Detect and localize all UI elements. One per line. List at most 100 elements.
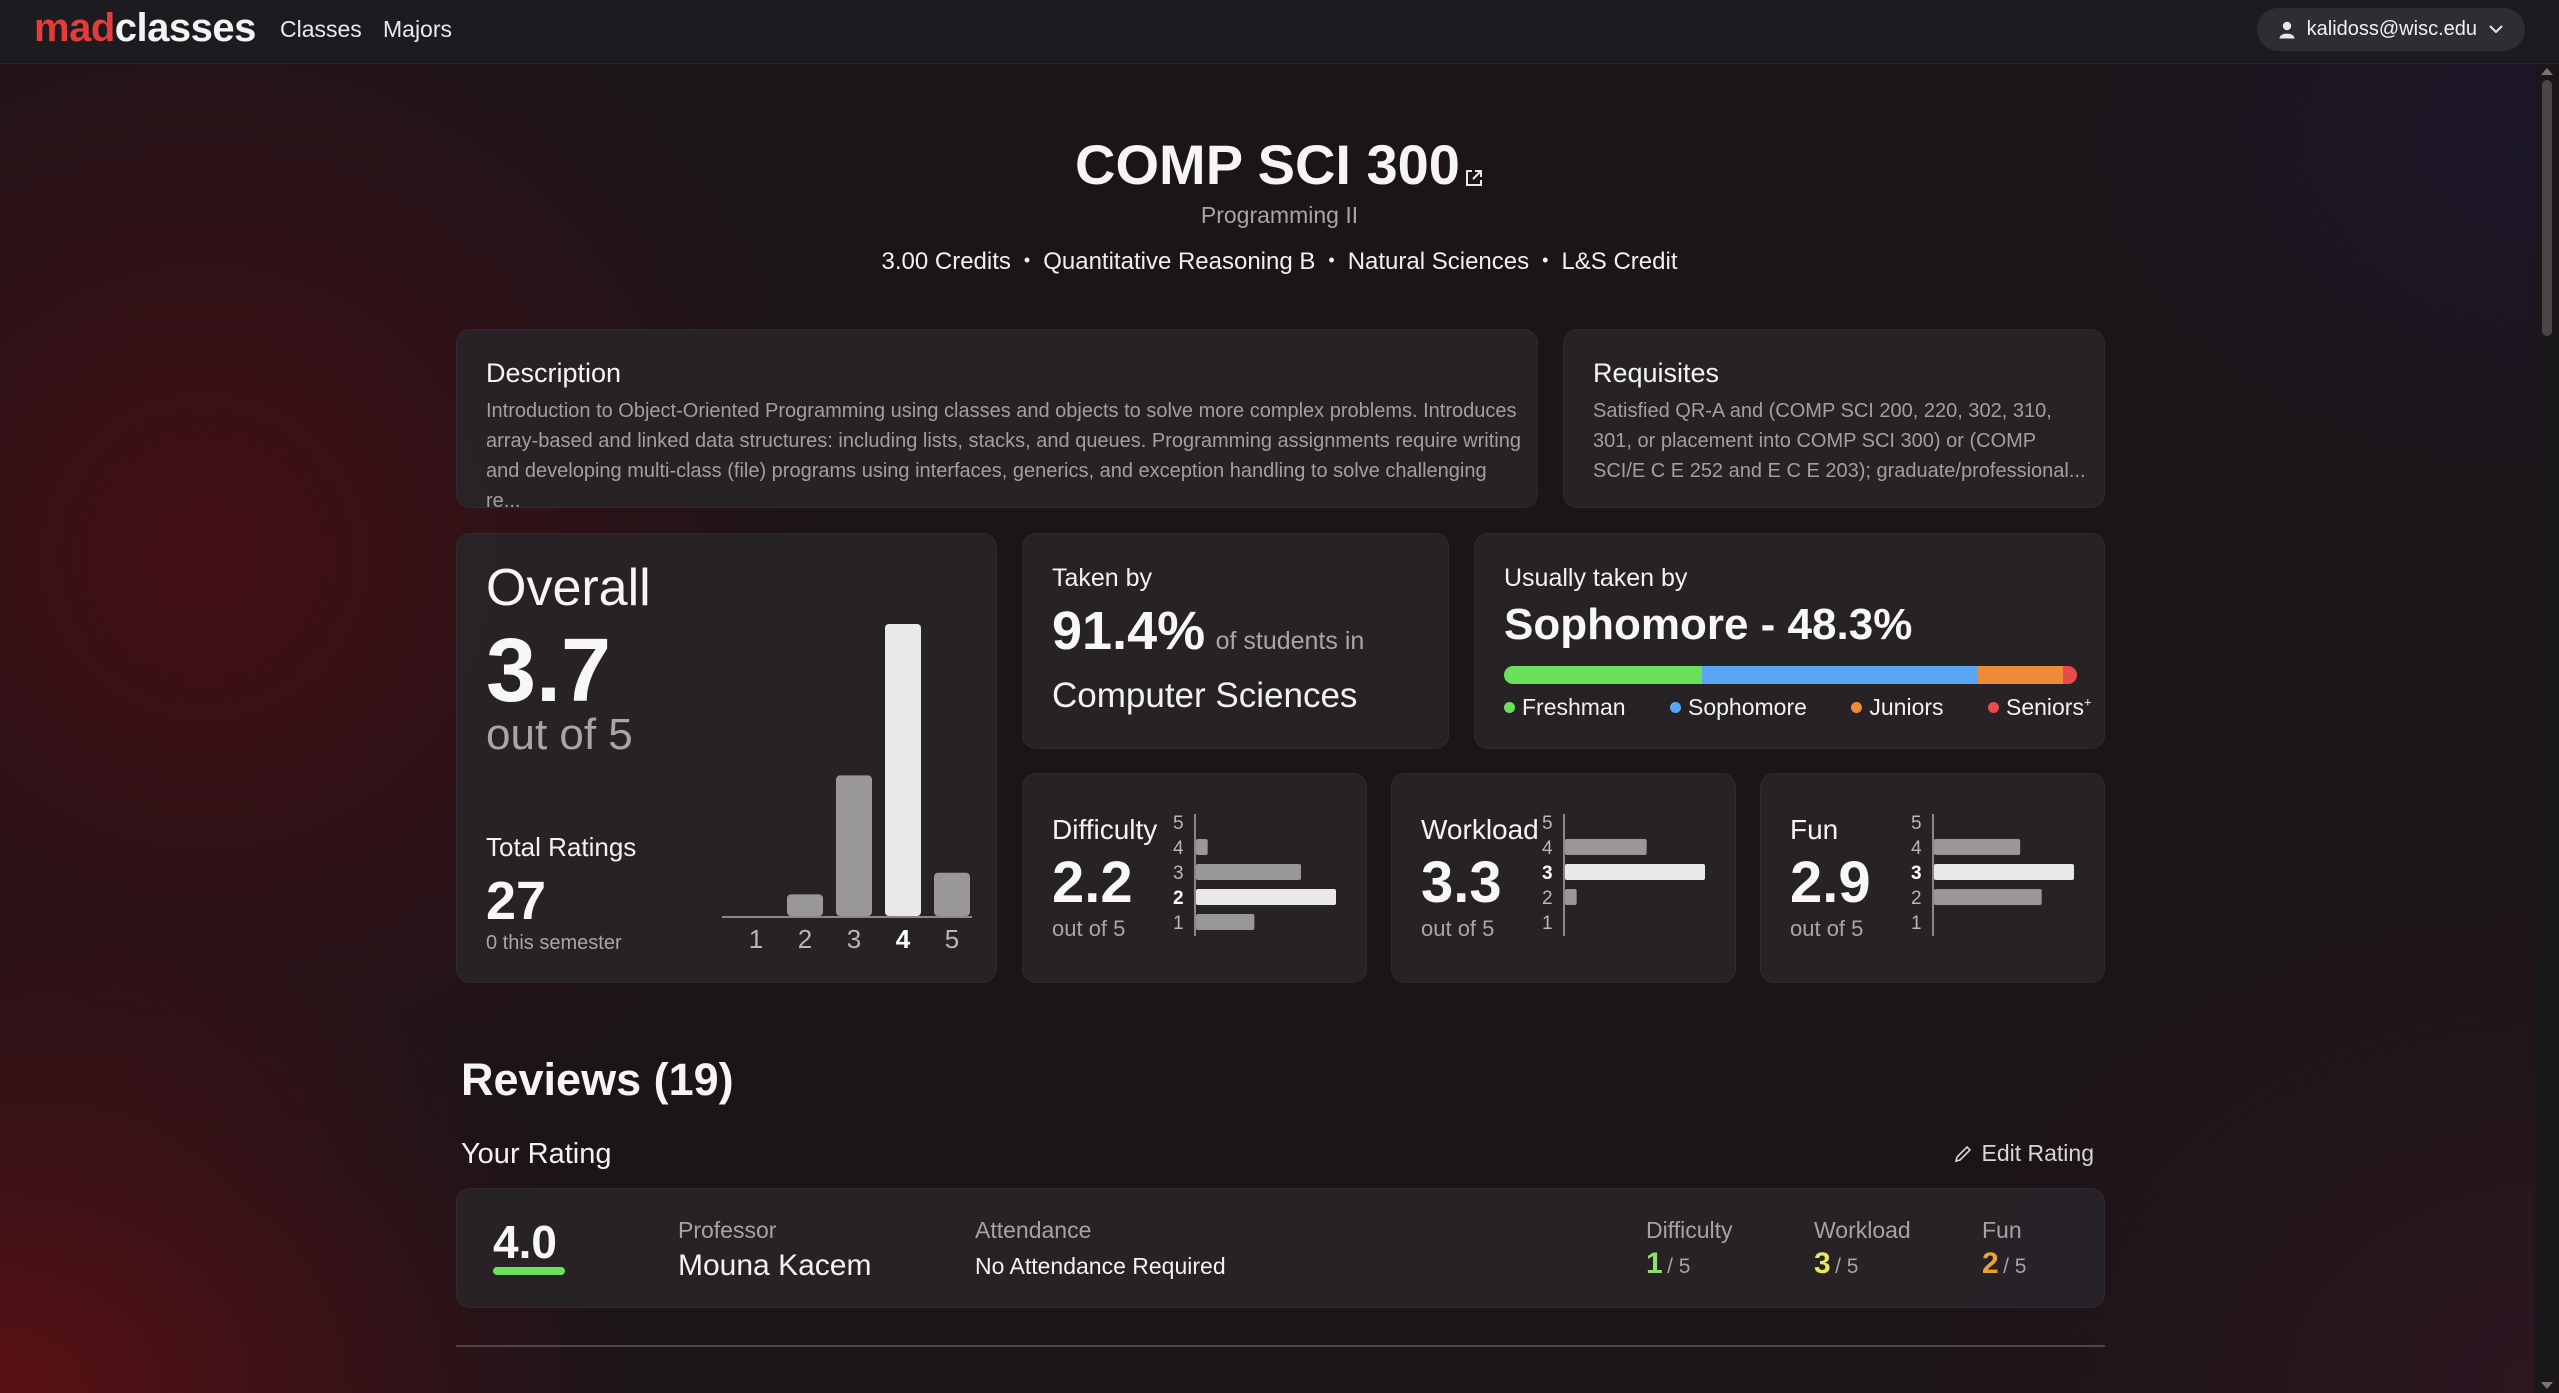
semester-note: 0 this semester (486, 932, 622, 954)
description-line: array-based and linked data structures: … (486, 430, 1521, 452)
tick-5: 5 (1542, 814, 1553, 834)
requisites-title: Requisites (1593, 358, 1720, 388)
tick-2: 2 (1173, 888, 1184, 909)
review-fun: 2 / 5 (1982, 1247, 2027, 1281)
bar-3 (1196, 864, 1301, 880)
overall-bar-2 (787, 894, 823, 916)
fun-card: Fun 2.9 out of 5 5 4 3 2 1 (1760, 773, 2105, 983)
section-divider (456, 1345, 2105, 1347)
pencil-icon (1955, 1145, 1972, 1162)
nav-link-majors[interactable]: Majors (383, 16, 452, 43)
tick-1: 1 (1911, 913, 1922, 934)
difficulty-value: 2.2 (1052, 850, 1133, 915)
logo-classes: classes (114, 6, 257, 50)
legend-label: Juniors (1869, 694, 1944, 720)
review-fun-value: 2 (1982, 1247, 1999, 1280)
overall-label: Overall (486, 559, 651, 617)
review-workload: 3 / 5 (1814, 1247, 1859, 1281)
rating-score: 4.0 (493, 1216, 557, 1268)
tick-5: 5 (1173, 814, 1184, 834)
overall-tick-1: 1 (749, 924, 763, 954)
review-fun-label: Fun (1982, 1217, 2022, 1243)
tick-4: 4 (1173, 838, 1184, 859)
bar-3 (1934, 864, 2074, 880)
your-rating-label: Your Rating (461, 1138, 612, 1170)
fun-out-of: out of 5 (1790, 916, 1864, 941)
requisites-card[interactable]: Requisites Satisfied QR-A and (COMP SCI … (1563, 329, 2105, 508)
taken-by-label: Taken by (1052, 564, 1153, 592)
difficulty-card: Difficulty 2.2 out of 5 5 4 3 2 1 (1022, 773, 1367, 983)
requisites-line: 301, or placement into COMP SCI 300) or … (1593, 430, 2037, 452)
attendance-label: Attendance (975, 1217, 1092, 1243)
legend-seniors: Seniors+ (1987, 694, 2092, 720)
seniors-plus: + (2083, 694, 2092, 710)
nav-link-classes[interactable]: Classes (280, 16, 362, 43)
description-title: Description (486, 358, 622, 388)
user-email: kalidoss@wisc.edu (2306, 18, 2477, 40)
reviews-title: Reviews (19) (461, 1054, 734, 1105)
course-name: Programming II (1200, 202, 1359, 228)
description-card[interactable]: Description Introduction to Object-Orien… (456, 329, 1538, 512)
scroll-up-arrow-icon[interactable] (2541, 68, 2553, 75)
tick-4: 4 (1911, 838, 1922, 859)
overall-bar-4 (885, 624, 921, 916)
taken-by-suffix: of students in (1215, 627, 1365, 655)
description-text: Introduction to Object-Oriented Programm… (486, 396, 1526, 516)
tick-3: 3 (1542, 863, 1553, 884)
review-workload-value: 3 (1814, 1247, 1831, 1280)
your-rating-card: 4.0 Professor Mouna Kacem Attendance No … (456, 1188, 2105, 1308)
legend-sophomore: Sophomore (1670, 694, 1807, 720)
course-meta: 3.00 Credits • Quantitative Reasoning B • Na… (881, 248, 1678, 275)
attendance-value: No Attendance Required (975, 1253, 1226, 1279)
requisites-line: Satisfied QR-A and (COMP SCI 200, 220, 3… (1593, 400, 2052, 422)
year-segment-sophomore (1701, 666, 1979, 684)
total-ratings-value: 27 (486, 871, 547, 931)
freshman-dot-icon (1504, 702, 1515, 713)
user-menu-button[interactable]: kalidoss@wisc.edu (2256, 8, 2525, 51)
overall-bar-3 (836, 775, 872, 916)
usually-taken-card: Usually taken by Sophomore - 48.3% Fresh… (1474, 533, 2105, 749)
taken-by-percent: 91.4% (1052, 601, 1206, 661)
site-logo[interactable]: madclasses (34, 6, 256, 51)
rating-score-bar (493, 1267, 565, 1275)
user-icon (2279, 21, 2295, 38)
difficulty-out-of: out of 5 (1052, 916, 1126, 941)
year-segment-juniors (1978, 666, 2064, 684)
review-workload-denom: / 5 (1835, 1255, 1859, 1278)
workload-out-of: out of 5 (1421, 916, 1495, 941)
tick-3: 3 (1173, 863, 1184, 884)
review-fun-denom: / 5 (2003, 1255, 2027, 1278)
bar-4 (1196, 839, 1208, 855)
bar-2 (1196, 889, 1336, 905)
overall-card: Overall 3.7 out of 5 Total Ratings 27 0 … (456, 533, 997, 983)
taken-by-card: Taken by 91.4% of students in Computer S… (1022, 533, 1449, 749)
course-code: COMP SCI 300 (1075, 133, 1460, 196)
difficulty-title: Difficulty (1052, 814, 1158, 845)
tick-5: 5 (1911, 814, 1922, 834)
workload-card: Workload 3.3 out of 5 5 4 3 2 1 (1391, 773, 1736, 983)
year-segment-freshman (1504, 666, 1702, 684)
edit-rating-label: Edit Rating (1981, 1140, 2094, 1166)
review-difficulty-label: Difficulty (1646, 1217, 1733, 1243)
tick-3: 3 (1911, 863, 1922, 884)
edit-rating-link[interactable]: Edit Rating (1953, 1140, 2094, 1167)
chevron-down-icon (2489, 25, 2503, 34)
requisites-line: SCI/E C E 252 and E C E 203); graduate/p… (1593, 460, 2086, 482)
overall-tick-5: 5 (945, 924, 959, 954)
external-link-icon[interactable] (1464, 136, 1484, 201)
scroll-down-arrow-icon[interactable] (2541, 1382, 2553, 1389)
bar-2 (1934, 889, 2042, 905)
overall-bar-5 (934, 872, 970, 916)
seniors-dot-icon (1987, 702, 1999, 713)
legend-juniors: Juniors (1851, 694, 1944, 720)
bar-4 (1934, 839, 2021, 855)
legend-label: Freshman (1522, 694, 1626, 720)
year-segment-seniors (2063, 666, 2077, 684)
year-distribution-bar (1504, 666, 2077, 684)
legend-freshman: Freshman (1504, 694, 1626, 720)
meta-breadth-1: Quantitative Reasoning B (1043, 248, 1316, 275)
overall-out-of: out of 5 (486, 710, 633, 759)
usually-taken-value: Sophomore - 48.3% (1504, 600, 1913, 649)
juniors-dot-icon (1851, 702, 1863, 713)
review-difficulty: 1 / 5 (1646, 1247, 1691, 1281)
